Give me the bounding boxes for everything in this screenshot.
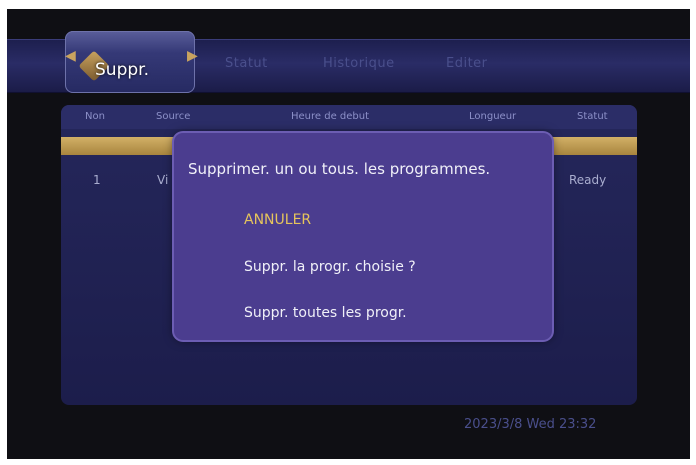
col-statut: Statut (577, 111, 608, 122)
clock: 2023/3/8 Wed 23:32 (464, 417, 597, 432)
tab-suppr[interactable]: Suppr. (65, 31, 195, 93)
col-source: Source (156, 111, 191, 122)
arrow-left-icon: ◀ (65, 48, 76, 64)
tab-historique[interactable]: Historique (323, 56, 395, 78)
delete-selected-option[interactable]: Suppr. la progr. choisie ? (244, 259, 416, 275)
col-non: Non (85, 111, 105, 122)
row-index: 1 (93, 173, 101, 187)
col-heure-debut: Heure de debut (291, 111, 370, 122)
delete-all-option[interactable]: Suppr. toutes les progr. (244, 305, 407, 321)
tab-suppr-label: Suppr. (95, 60, 149, 80)
col-longueur: Longueur (469, 111, 517, 122)
tv-screen: Suppr. ◀ ▶ Statut Historique Editer Non … (7, 9, 690, 459)
delete-dialog: Supprimer. un ou tous. les programmes. A… (174, 133, 552, 340)
cancel-option[interactable]: ANNULER (244, 212, 311, 228)
arrow-right-icon: ▶ (187, 48, 198, 64)
dialog-title: Supprimer. un ou tous. les programmes. (188, 160, 491, 178)
row-source: Vi (157, 173, 169, 187)
tab-editer[interactable]: Editer (446, 56, 488, 78)
tab-statut[interactable]: Statut (225, 56, 268, 78)
row-status: Ready (569, 173, 607, 187)
table-header: Non Source Heure de debut Longueur Statu… (61, 105, 637, 129)
